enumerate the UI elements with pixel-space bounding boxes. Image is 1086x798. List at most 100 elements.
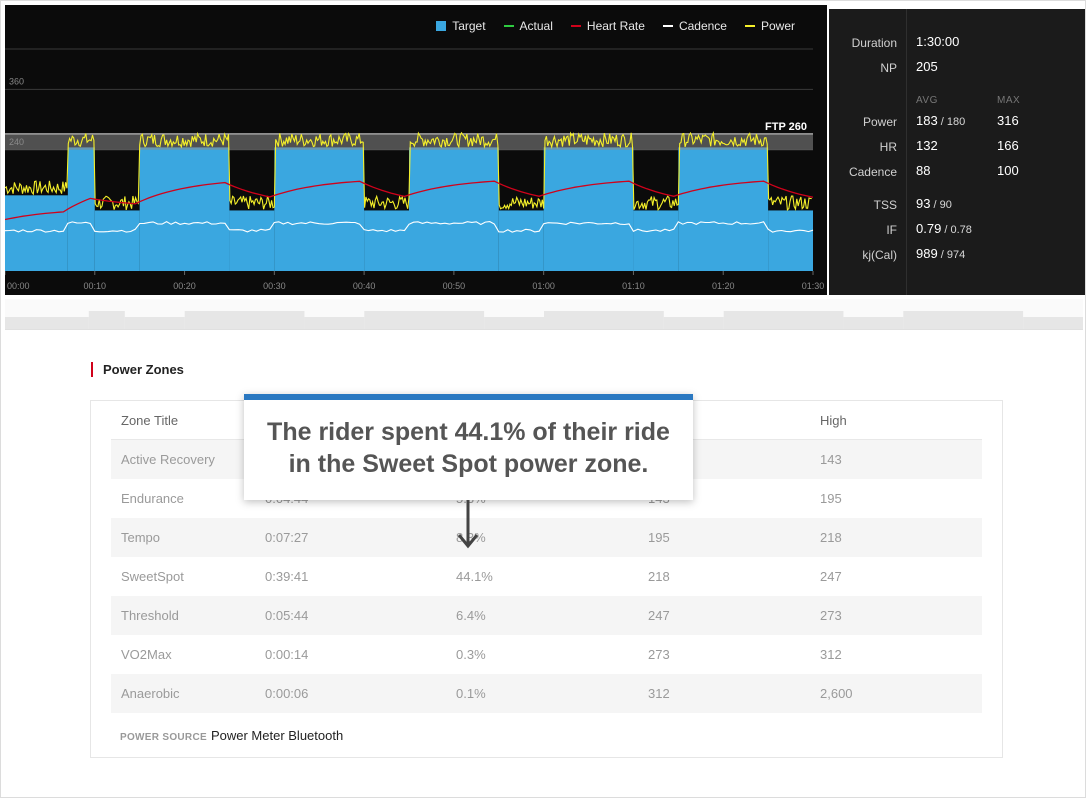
table-cell: Threshold	[121, 608, 179, 623]
column-header: High	[820, 413, 847, 428]
stat-value: 1:30:00	[916, 34, 960, 49]
workout-stats-panel: Duration 1:30:00 NP 205 AVG MAX Power 18…	[829, 9, 1085, 295]
stat-value: 989 / 974	[916, 246, 965, 261]
stat-max: 166	[997, 138, 1019, 153]
stat-value: 205	[916, 59, 938, 74]
callout-line-1: The rider spent 44.1% of their ride	[267, 418, 670, 446]
target-bar	[633, 210, 679, 271]
target-bar	[678, 147, 769, 271]
power-source-value: Power Meter Bluetooth	[210, 728, 344, 743]
legend-label: Power	[760, 19, 795, 33]
x-tick-label: 00:40	[353, 281, 376, 291]
table-cell: Endurance	[121, 491, 184, 506]
x-tick-label: 01:10	[622, 281, 645, 291]
power-avg-target: / 180	[937, 116, 966, 128]
x-tick-label: 01:30	[802, 281, 825, 291]
overview-bar	[843, 317, 904, 329]
tss-value: 93	[916, 196, 931, 211]
callout-text: The rider spent 44.1% of their ride in t…	[244, 416, 693, 480]
stat-max: 100	[997, 163, 1019, 178]
stat-hr: HR 132 166	[829, 137, 1085, 157]
target-bar	[498, 210, 544, 271]
overview-bar	[5, 317, 89, 329]
ftp-label: FTP 260	[765, 121, 807, 133]
workout-chart-svg: 360240FTP 26000:0000:1000:2000:3000:4000…	[5, 48, 825, 291]
x-tick-label: 00:50	[443, 281, 466, 291]
x-tick-label: 00:30	[263, 281, 286, 291]
table-cell: 0.1%	[456, 686, 486, 701]
table-cell: 6.4%	[456, 608, 486, 623]
overview-bar	[484, 317, 544, 329]
target-bar	[409, 147, 499, 271]
legend-label: Target	[452, 19, 486, 33]
max-header: MAX	[997, 95, 1021, 106]
overview-bar	[663, 317, 724, 329]
stat-tss: TSS 93 / 90	[829, 195, 1085, 215]
x-tick-label: 00:00	[7, 281, 30, 291]
insight-callout: The rider spent 44.1% of their ride in t…	[244, 394, 693, 500]
table-cell: VO2Max	[121, 647, 172, 662]
table-cell: 247	[820, 569, 842, 584]
overview-svg	[5, 311, 1083, 329]
x-tick-label: 00:20	[173, 281, 196, 291]
stat-label: HR	[879, 140, 897, 154]
stat-value: 183 / 180	[916, 113, 965, 128]
table-row: VO2Max 0:00:14 0.3% 273 312	[111, 635, 982, 674]
stat-value: 88	[916, 163, 931, 178]
table-cell: Active Recovery	[121, 452, 215, 467]
table-cell: 0:07:27	[265, 530, 309, 545]
legend-label: Actual	[519, 19, 553, 33]
target-bar	[364, 210, 409, 271]
stat-max: 316	[997, 113, 1019, 128]
table-cell: 218	[648, 569, 670, 584]
table-cell: 312	[648, 686, 670, 701]
stat-np: NP 205	[829, 58, 1085, 78]
down-arrow-icon	[457, 500, 479, 549]
legend-item[interactable]: Heart Rate	[570, 19, 645, 33]
table-cell: 0.3%	[456, 647, 486, 662]
target-bar	[274, 147, 365, 271]
legend-item[interactable]: Target	[436, 19, 486, 33]
table-cell: 247	[648, 608, 670, 623]
table-row: Anaerobic 0:00:06 0.1% 312 2,600	[111, 674, 982, 713]
kj-value: 989	[916, 246, 938, 261]
stat-label: Duration	[851, 36, 897, 50]
legend-swatch	[570, 25, 581, 27]
table-cell: 0:00:14	[265, 647, 309, 662]
table-row: SweetSpot 0:39:41 44.1% 218 247	[111, 557, 982, 596]
target-bar	[543, 147, 634, 271]
legend-item[interactable]: Actual	[503, 19, 553, 33]
stat-label: TSS	[873, 198, 897, 212]
power-source-label: POWER SOURCE	[120, 732, 207, 743]
legend-item[interactable]: Power	[744, 19, 795, 33]
kj-target: / 974	[937, 249, 966, 261]
target-bar	[229, 210, 275, 271]
overview-bar	[184, 311, 305, 329]
table-cell: Anaerobic	[121, 686, 180, 701]
table-cell: 218	[820, 530, 842, 545]
stat-label: NP	[880, 61, 897, 75]
legend-label: Cadence	[678, 19, 727, 33]
stat-duration: Duration 1:30:00	[829, 33, 1085, 53]
stat-label: IF	[886, 223, 897, 237]
stat-label: kj(Cal)	[862, 248, 897, 262]
chart-overview-scrubber[interactable]	[5, 299, 1083, 330]
legend-swatch	[503, 25, 514, 27]
table-cell: 195	[820, 491, 842, 506]
stat-cadence: Cadence 88 100	[829, 162, 1085, 182]
workout-chart[interactable]: 360240FTP 26000:0000:1000:2000:3000:4000…	[5, 5, 827, 295]
stat-if: IF 0.79 / 0.78	[829, 220, 1085, 240]
if-value: 0.79	[916, 221, 942, 236]
table-cell: 0:00:06	[265, 686, 309, 701]
table-row: Tempo 0:07:27 8.3% 195 218	[111, 518, 982, 557]
table-cell: 2,600	[820, 686, 853, 701]
table-cell: Tempo	[121, 530, 161, 545]
overview-bar	[1023, 317, 1083, 329]
table-cell: 143	[820, 452, 842, 467]
overview-bar	[544, 311, 664, 329]
table-cell: 312	[820, 647, 842, 662]
stat-label: Power	[862, 115, 897, 129]
stat-value: 0.79 / 0.78	[916, 221, 972, 236]
legend-item[interactable]: Cadence	[662, 19, 727, 33]
overview-bar	[364, 311, 485, 329]
